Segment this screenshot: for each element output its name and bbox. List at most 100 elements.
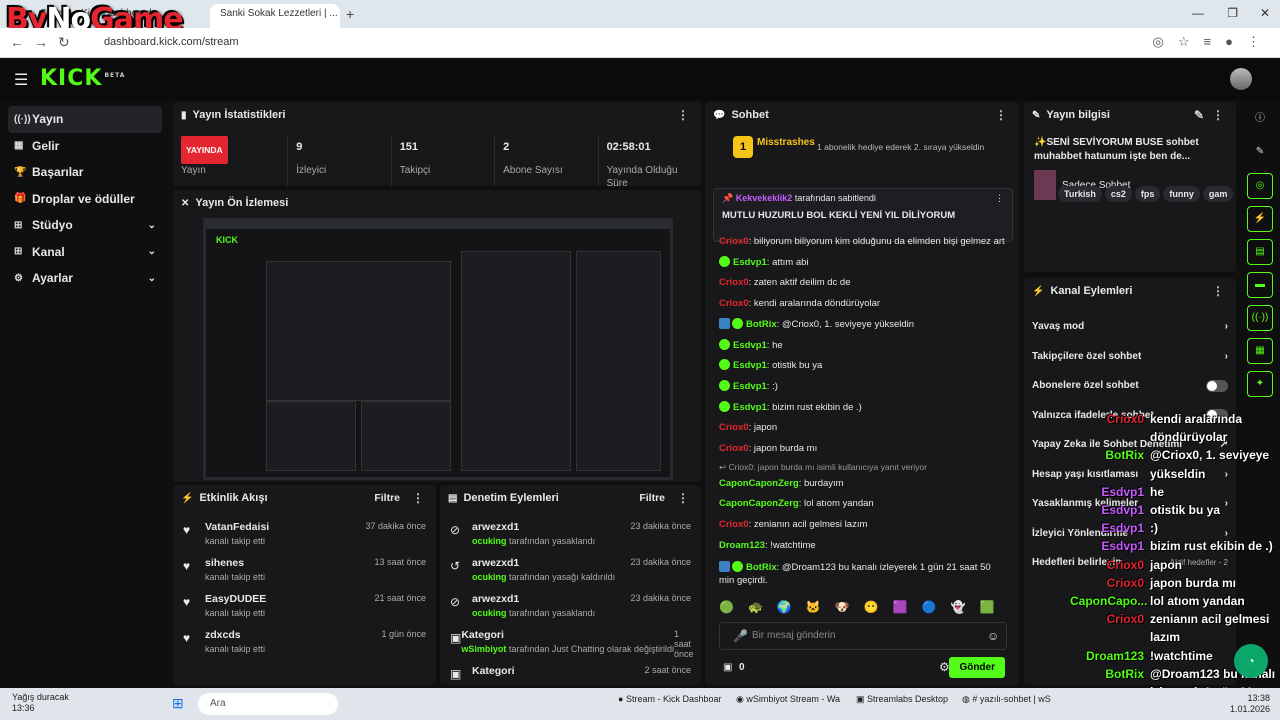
wrench-icon[interactable]: ✦ [1247, 371, 1273, 397]
taskbar-search[interactable]: Ara [198, 693, 338, 715]
chat-username[interactable]: Criox0 [719, 519, 749, 530]
broadcast-icon[interactable]: ((·)) [1247, 305, 1273, 331]
more-options-icon[interactable]: ⋮ [673, 108, 693, 122]
taskbar-app-streamlabs[interactable]: ▣ Streamlabs Desktop [856, 694, 956, 705]
action-slow-mode[interactable]: Yavaş mod › [1024, 312, 1236, 342]
filter-button[interactable]: Filtre [639, 492, 665, 504]
sidebar-item-yayin[interactable]: ((·)) Yayın [8, 106, 162, 133]
chat-username[interactable]: CaponCaponZerg [719, 478, 799, 489]
sidebar-item-droplar[interactable]: 🎁 Droplar ve ödüller [8, 186, 162, 213]
sidebar-item-gelir[interactable]: ▦ Gelir [8, 133, 162, 160]
profile-icon[interactable]: ● [1225, 34, 1233, 50]
chat-icon[interactable]: ▬ [1247, 272, 1273, 298]
url-field[interactable]: dashboard.kick.com/stream [104, 36, 239, 48]
forward-icon[interactable]: → [34, 34, 48, 50]
pinned-by-user[interactable]: Kekvekeklik2 [736, 193, 793, 203]
moderator-name[interactable]: wSimbiyot [461, 644, 506, 654]
taskbar-app-discord[interactable]: ◍ # yazılı-sohbet | wS [962, 694, 1072, 705]
more-options-icon[interactable]: ⋮ [408, 491, 428, 505]
back-icon[interactable]: ← [10, 34, 24, 50]
sidebar-item-ayarlar[interactable]: ⚙ Ayarlar ⌄ [8, 265, 162, 292]
lightning-icon[interactable]: ⚡ [1247, 206, 1273, 232]
taskbar-clock[interactable]: 13:38 1.01.2026 [1230, 693, 1270, 715]
more-options-icon[interactable]: ⋮ [673, 491, 693, 505]
eye-off-icon[interactable]: ◎ [1153, 34, 1164, 50]
browser-tab-active[interactable]: Sanki Sokak Lezzetleri | ... [210, 4, 340, 28]
taskbar-app-chrome[interactable]: ● Stream - Kick Dashboar [618, 694, 728, 704]
tag[interactable]: cs2 [1104, 186, 1132, 202]
edit-icon[interactable]: ✎ [1190, 108, 1208, 122]
chat-username[interactable]: Criox0 [719, 236, 749, 247]
sub-only-toggle[interactable] [1206, 379, 1228, 392]
chat-username[interactable]: Criox0 [719, 298, 749, 309]
taskbar-app-edge[interactable]: ◉ wSimbiyot Stream - Wa [736, 694, 846, 705]
moderator-name[interactable]: ocuking [472, 608, 507, 618]
chat-username[interactable]: Droam123 [719, 540, 765, 551]
follower-name[interactable]: VatanFedaisi [205, 521, 365, 533]
minimize-icon[interactable]: — [1192, 6, 1204, 20]
chat-settings-icon[interactable]: ⚙ [939, 660, 950, 674]
chat-username[interactable]: Criox0 [719, 422, 749, 433]
sidebar-item-basarilar[interactable]: 🏆 Başarılar [8, 159, 162, 186]
chat-username[interactable]: Criox0 [719, 277, 749, 288]
document-icon[interactable]: ▤ [1247, 239, 1273, 265]
chat-input[interactable]: Bir mesaj gönderin [719, 622, 1007, 650]
user-avatar[interactable] [1230, 68, 1252, 90]
emote-icon[interactable]: 👻 [951, 600, 966, 614]
tag[interactable]: funny [1163, 186, 1200, 202]
emoji-icon[interactable]: ☺ [987, 629, 999, 643]
top-gifter-name[interactable]: Misstrashes [757, 137, 815, 148]
emote-icon[interactable]: 🐶 [835, 600, 850, 614]
send-button[interactable]: Gönder [949, 657, 1005, 678]
info-icon[interactable]: ⓘ [1247, 107, 1273, 133]
chat-username[interactable]: Esdvp1 [733, 381, 767, 392]
weather-widget[interactable]: Yağış duracak 13:36 [12, 692, 69, 714]
action-follower-only[interactable]: Takipçilere özel sohbet › [1024, 342, 1236, 372]
windows-start-icon[interactable]: ⊞ [172, 695, 184, 712]
emote-icon[interactable]: 🔵 [922, 600, 937, 614]
chat-username[interactable]: Esdvp1 [733, 257, 767, 268]
chat-username[interactable]: BotRix [746, 319, 777, 330]
tag[interactable]: Turkish [1058, 186, 1102, 202]
sidebar-item-kanal[interactable]: ⊞ Kanal ⌄ [8, 239, 162, 266]
target-icon[interactable]: ◎ [1247, 173, 1273, 199]
follower-name[interactable]: zdxcds [205, 629, 381, 641]
moderated-user[interactable]: arwezxd1 [472, 593, 630, 605]
stream-preview-video[interactable]: KICK [203, 218, 673, 480]
emote-icon[interactable]: 🐱 [806, 600, 821, 614]
maximize-icon[interactable]: ❐ [1227, 6, 1238, 20]
reload-icon[interactable]: ↻ [58, 34, 70, 51]
unpin-icon[interactable]: ⋮ [995, 193, 1004, 204]
bookmark-star-icon[interactable]: ☆ [1178, 34, 1190, 50]
mic-icon[interactable]: 🎤 [733, 629, 748, 643]
follower-name[interactable]: sihenes [205, 557, 374, 569]
emote-icon[interactable]: 🐢 [748, 600, 763, 614]
extensions-icon[interactable]: ≡ [1204, 34, 1212, 50]
tag[interactable]: gam [1202, 186, 1234, 202]
chat-username[interactable]: Esdvp1 [733, 340, 767, 351]
browser-menu-icon[interactable]: ⋮ [1247, 34, 1260, 50]
follower-name[interactable]: EasyDUDEE [205, 593, 374, 605]
more-options-icon[interactable]: ⋮ [1208, 108, 1228, 122]
close-window-icon[interactable]: ✕ [1260, 6, 1270, 20]
emote-icon[interactable]: 🟢 [719, 600, 734, 614]
layout-icon[interactable]: ▦ [1247, 338, 1273, 364]
new-tab-icon[interactable]: + [346, 6, 354, 22]
chat-username[interactable]: CaponCaponZerg [719, 498, 799, 509]
emote-icon[interactable]: 🌍 [777, 600, 792, 614]
pen-icon[interactable]: ✎ [1247, 140, 1273, 166]
moderator-name[interactable]: ocuking [472, 572, 507, 582]
sidebar-item-studyo[interactable]: ⊞ Stüdyo ⌄ [8, 212, 162, 239]
emote-icon[interactable]: 🟩 [980, 600, 995, 614]
help-chat-icon[interactable]: ◔ [1234, 644, 1268, 678]
moderated-user[interactable]: arwezxd1 [472, 557, 630, 569]
more-options-icon[interactable]: ⋮ [991, 108, 1011, 122]
chat-username[interactable]: Esdvp1 [733, 360, 767, 371]
chat-username[interactable]: Esdvp1 [733, 402, 767, 413]
tag[interactable]: fps [1134, 186, 1161, 202]
moderator-name[interactable]: ocuking [472, 536, 507, 546]
emote-icon[interactable]: 😶 [864, 600, 879, 614]
chat-username[interactable]: BotRix [746, 562, 777, 573]
kick-logo[interactable]: KICK BETA [40, 66, 125, 91]
emote-icon[interactable]: 🟪 [893, 600, 908, 614]
